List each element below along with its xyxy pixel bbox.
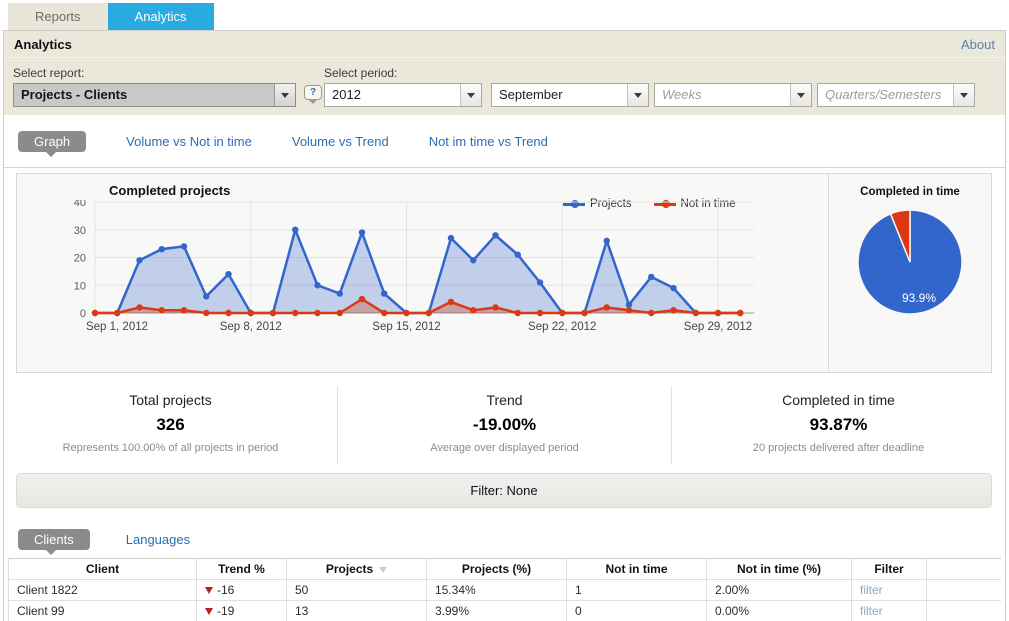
chevron-down-icon — [467, 93, 475, 98]
tab-graph[interactable]: Graph — [18, 131, 86, 152]
filter-bar[interactable]: Filter: None — [16, 473, 992, 508]
not-in-time-pct-cell: 0.00% — [707, 600, 852, 621]
col-header-projects-pct[interactable]: Projects (%) — [427, 558, 567, 579]
help-icon[interactable]: ? — [304, 85, 322, 100]
chevron-down-icon — [281, 93, 289, 98]
page-title: Analytics — [14, 37, 72, 52]
year-select[interactable]: 2012 — [324, 83, 482, 107]
svg-text:93.9%: 93.9% — [902, 291, 936, 305]
svg-text:0: 0 — [80, 308, 86, 320]
not-in-time-cell: 0 — [567, 600, 707, 621]
tab-not-in-time-vs-trend[interactable]: Not im time vs Trend — [429, 134, 548, 149]
svg-text:40: 40 — [74, 200, 86, 209]
col-header-not-in-time-pct[interactable]: Not in time (%) — [707, 558, 852, 579]
col-header-filter: Filter — [852, 558, 927, 579]
svg-text:10: 10 — [74, 280, 86, 292]
svg-text:Sep 29, 2012: Sep 29, 2012 — [684, 321, 752, 333]
tab-analytics[interactable]: Analytics — [108, 3, 214, 30]
col-header-projects[interactable]: Projects — [287, 558, 427, 579]
top-tab-bar: Reports Analytics — [8, 3, 214, 30]
chart-panel: Completed projects Projects Not in time … — [16, 173, 992, 373]
stat-trend: Trend -19.00% Average over displayed per… — [337, 386, 671, 464]
pie-panel: Completed in time 93.9% — [828, 174, 991, 372]
trend-cell: -19 — [197, 600, 287, 621]
svg-text:Sep 22, 2012: Sep 22, 2012 — [528, 321, 596, 333]
trend-down-icon — [205, 587, 213, 594]
sort-desc-icon — [379, 567, 387, 573]
completed-in-time-pie: 93.9% — [829, 206, 991, 324]
tab-clients[interactable]: Clients — [18, 529, 90, 550]
col-header-filler — [927, 558, 1002, 579]
month-select[interactable]: September — [491, 83, 649, 107]
chevron-down-icon — [797, 93, 805, 98]
table-row: Client 1822 -16 50 15.34% 1 2.00% filter — [9, 579, 1002, 600]
filter-cell: filter — [852, 579, 927, 600]
trend-down-icon — [205, 608, 213, 615]
tab-volume-vs-trend[interactable]: Volume vs Trend — [292, 134, 389, 149]
clients-table: Client Trend % Projects Projects (%) Not… — [8, 558, 1001, 621]
report-select[interactable]: Projects - Clients — [13, 83, 296, 107]
projects-pct-cell: 3.99% — [427, 600, 567, 621]
table-row: Client 99 -19 13 3.99% 0 0.00% filter — [9, 600, 1002, 621]
stat-total-projects: Total projects 326 Represents 100.00% of… — [4, 386, 337, 464]
filter-cell: filter — [852, 600, 927, 621]
filter-link[interactable]: filter — [860, 604, 883, 618]
projects-cell: 13 — [287, 600, 427, 621]
year-select-value: 2012 — [325, 84, 460, 106]
table-header-row: Client Trend % Projects Projects (%) Not… — [9, 558, 1002, 579]
filter-link[interactable]: filter — [860, 583, 883, 597]
projects-cell: 50 — [287, 579, 427, 600]
analytics-page: Analytics About Select report: Select pe… — [3, 30, 1006, 621]
month-select-arrow-button[interactable] — [627, 84, 648, 106]
page-header: Analytics About — [4, 31, 1005, 58]
quarters-select[interactable]: Quarters/Semesters — [817, 83, 975, 107]
weeks-select[interactable]: Weeks — [654, 83, 812, 107]
stat-completed-in-time: Completed in time 93.87% 20 projects del… — [671, 386, 1005, 464]
not-in-time-cell: 1 — [567, 579, 707, 600]
svg-text:20: 20 — [74, 253, 86, 265]
quarters-select-placeholder: Quarters/Semesters — [818, 84, 953, 106]
weeks-select-placeholder: Weeks — [655, 84, 790, 106]
client-name-cell: Client 99 — [9, 600, 197, 621]
client-name-cell: Client 1822 — [9, 579, 197, 600]
month-select-value: September — [492, 84, 627, 106]
trend-cell: -16 — [197, 579, 287, 600]
year-select-arrow-button[interactable] — [460, 84, 481, 106]
select-report-label: Select report: — [13, 66, 84, 80]
report-controls: Select report: Select period: Projects -… — [4, 58, 1005, 115]
chart-title: Completed projects — [109, 183, 230, 198]
projects-pct-cell: 15.34% — [427, 579, 567, 600]
tab-reports[interactable]: Reports — [8, 3, 108, 30]
tab-languages[interactable]: Languages — [126, 532, 190, 547]
report-select-arrow-button[interactable] — [274, 84, 295, 106]
about-link[interactable]: About — [961, 37, 995, 52]
report-select-value: Projects - Clients — [14, 84, 274, 106]
select-period-label: Select period: — [324, 66, 397, 80]
col-header-trend[interactable]: Trend % — [197, 558, 287, 579]
col-header-not-in-time[interactable]: Not in time — [567, 558, 707, 579]
completed-projects-chart: 0 10 20 30 40 Sep 1, 2012 Sep 8, 2012 Sep 15, 2… — [25, 200, 755, 353]
svg-text:Sep 15, 2012: Sep 15, 2012 — [372, 321, 440, 333]
svg-text:Sep 1, 2012: Sep 1, 2012 — [86, 321, 148, 333]
not-in-time-pct-cell: 2.00% — [707, 579, 852, 600]
chevron-down-icon — [634, 93, 642, 98]
quarters-select-arrow-button[interactable] — [953, 84, 974, 106]
svg-text:30: 30 — [74, 225, 86, 237]
tab-volume-vs-not-in-time[interactable]: Volume vs Not in time — [126, 134, 252, 149]
summary-stats: Total projects 326 Represents 100.00% of… — [4, 386, 1005, 464]
pie-title: Completed in time — [829, 186, 991, 198]
table-tab-bar: Clients Languages — [4, 526, 1005, 552]
weeks-select-arrow-button[interactable] — [790, 84, 811, 106]
view-tab-bar: Graph Volume vs Not in time Volume vs Tr… — [4, 115, 1005, 168]
chevron-down-icon — [960, 93, 968, 98]
col-header-client[interactable]: Client — [9, 558, 197, 579]
svg-text:Sep 8, 2012: Sep 8, 2012 — [220, 321, 282, 333]
